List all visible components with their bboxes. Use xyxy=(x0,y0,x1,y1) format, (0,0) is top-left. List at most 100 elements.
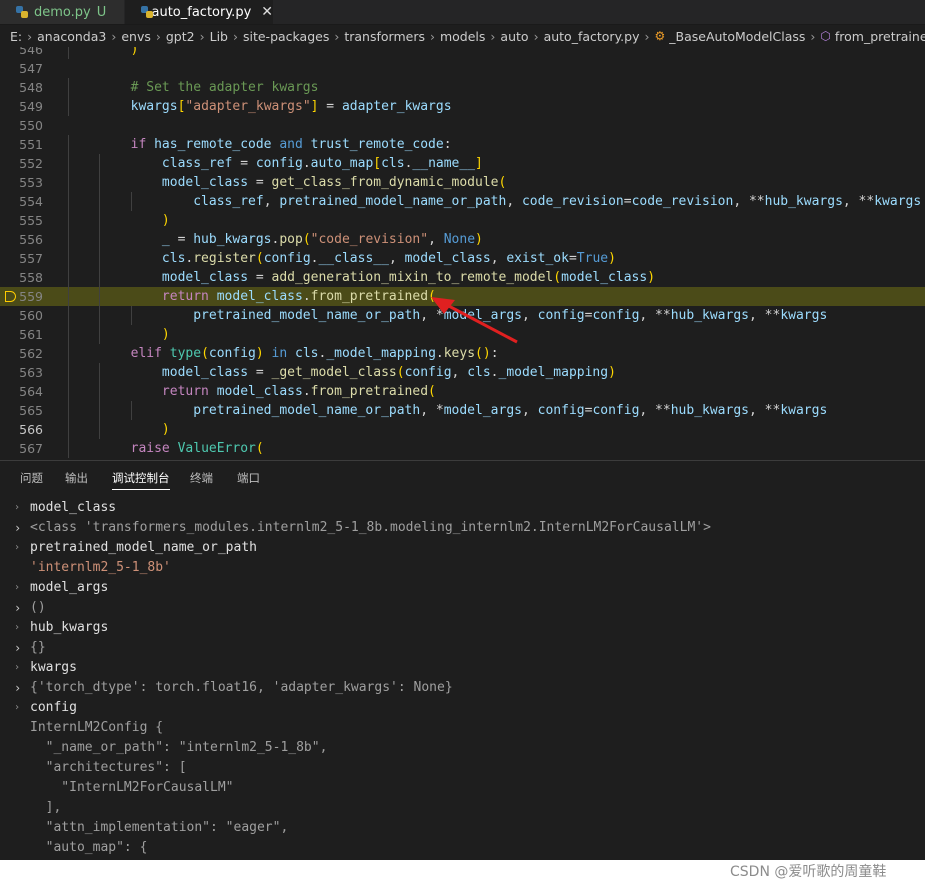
console-text: "auto_map": { xyxy=(30,840,148,855)
close-icon[interactable]: ✕ xyxy=(261,4,273,20)
code-line[interactable]: 561 ) xyxy=(0,325,925,344)
console-output-line[interactable]: › {} xyxy=(0,638,925,658)
line-number: 555 xyxy=(19,213,43,228)
line-number: 548 xyxy=(19,80,43,95)
console-output-line[interactable]: › {'torch_dtype': torch.float16, 'adapter… xyxy=(0,678,925,698)
chevron-right-icon: › xyxy=(199,28,205,44)
tab-demo-py[interactable]: demo.py U xyxy=(0,0,124,24)
code-line[interactable]: 548 # Set the adapter kwargs xyxy=(0,78,925,97)
code-text: # Set the adapter kwargs xyxy=(130,80,319,95)
code-line[interactable]: 559 return model_class.from_pretrained( xyxy=(0,287,925,306)
python-file-icon xyxy=(16,6,28,18)
console-output-line: "architectures": [ xyxy=(0,758,925,778)
console-output-line: "_name_or_path": "internlm2_5-1_8b", xyxy=(0,738,925,758)
expand-chevron-icon[interactable]: › xyxy=(14,598,21,618)
code-line[interactable]: 558 model_class = add_generation_mixin_t… xyxy=(0,268,925,287)
code-text: if has_remote_code and trust_remote_code… xyxy=(130,137,452,152)
panel-tab[interactable]: 端口 xyxy=(237,470,260,486)
code-line[interactable]: 562 elif type(config) in cls._model_mapp… xyxy=(0,344,925,363)
input-prompt-icon: › xyxy=(14,502,21,513)
console-text: "_name_or_path": "internlm2_5-1_8b", xyxy=(30,740,328,755)
breadcrumb-item[interactable]: site-packages xyxy=(243,29,329,44)
code-text: class_ref = config.auto_map[cls.__name__… xyxy=(161,156,483,171)
expand-chevron-icon[interactable]: › xyxy=(14,518,21,538)
code-line[interactable]: 555 ) xyxy=(0,211,925,230)
code-line[interactable]: 565 pretrained_model_name_or_path, *mode… xyxy=(0,401,925,420)
code-line[interactable]: 560 pretrained_model_name_or_path, *mode… xyxy=(0,306,925,325)
breadcrumb-item[interactable]: transformers xyxy=(344,29,425,44)
chevron-right-icon: › xyxy=(644,28,650,44)
console-text: hub_kwargs xyxy=(30,620,109,635)
code-line[interactable]: 564 return model_class.from_pretrained( xyxy=(0,382,925,401)
untracked-badge: U xyxy=(96,4,107,20)
panel-tab[interactable]: 终端 xyxy=(190,470,213,486)
console-input-line: › kwargs xyxy=(0,658,925,678)
console-text: <class 'transformers_modules.internlm2_5… xyxy=(30,520,711,535)
tab-auto-factory-py[interactable]: auto_factory.py ✕ xyxy=(125,0,273,24)
line-number: 546 xyxy=(19,47,43,57)
code-text: ) xyxy=(161,327,170,342)
line-number: 547 xyxy=(19,61,43,76)
code-line[interactable]: 547 xyxy=(0,59,925,78)
console-output-line: "auto_map": { xyxy=(0,838,925,858)
breadcrumb-item[interactable]: models xyxy=(440,29,485,44)
method-icon: ⬡ xyxy=(820,29,831,43)
breadcrumb-item[interactable]: _BaseAutoModelClass xyxy=(669,29,805,44)
breadcrumb-item[interactable]: auto_factory.py xyxy=(544,29,640,44)
code-text: elif type(config) in cls._model_mapping.… xyxy=(130,346,499,361)
console-input-line: › model_class xyxy=(0,498,925,518)
console-text: "attn_implementation": "eager", xyxy=(30,820,289,835)
code-line[interactable]: 546 ) xyxy=(0,47,925,59)
console-text: kwargs xyxy=(30,660,77,675)
code-line[interactable]: 552 class_ref = config.auto_map[cls.__na… xyxy=(0,154,925,173)
console-output-line[interactable]: › () xyxy=(0,598,925,618)
code-line[interactable]: 550 xyxy=(0,116,925,135)
breadcrumb-item[interactable]: envs xyxy=(121,29,151,44)
tab-label: demo.py xyxy=(34,4,91,20)
code-text: pretrained_model_name_or_path, *model_ar… xyxy=(193,403,828,418)
code-text: ) xyxy=(161,213,170,228)
code-text: model_class = add_generation_mixin_to_re… xyxy=(161,270,656,285)
breadcrumb-item[interactable]: Lib xyxy=(210,29,228,44)
console-output-line: "InternLM2ForCausalLM" xyxy=(0,778,925,798)
code-text: model_class = _get_model_class(config, c… xyxy=(161,365,616,380)
console-output-line[interactable]: › <class 'transformers_modules.internlm2_… xyxy=(0,518,925,538)
input-prompt-icon: › xyxy=(14,542,21,553)
code-line[interactable]: 566 ) xyxy=(0,420,925,439)
console-output-line: "attn_implementation": "eager", xyxy=(0,818,925,838)
console-text: () xyxy=(30,600,46,615)
code-text: return model_class.from_pretrained( xyxy=(161,384,436,399)
console-text: InternLM2Config { xyxy=(30,720,164,735)
editor-tab-bar: demo.py U auto_factory.py ✕ xyxy=(0,0,925,25)
input-prompt-icon: › xyxy=(14,582,21,593)
code-line[interactable]: 557 cls.register(config.__class__, model… xyxy=(0,249,925,268)
breadcrumb-item[interactable]: anaconda3 xyxy=(37,29,106,44)
code-text: kwargs["adapter_kwargs"] = adapter_kwarg… xyxy=(130,99,452,114)
chevron-right-icon: › xyxy=(232,28,238,44)
code-line[interactable]: 554 class_ref, pretrained_model_name_or_… xyxy=(0,192,925,211)
code-line[interactable]: 549 kwargs["adapter_kwargs"] = adapter_k… xyxy=(0,97,925,116)
breadcrumb-item[interactable]: E: xyxy=(10,29,22,44)
code-editor[interactable]: 546 ) 547 548 # Set the adapter kwargs 549 … xyxy=(0,47,925,460)
expand-chevron-icon[interactable]: › xyxy=(14,638,21,658)
line-number: 557 xyxy=(19,251,43,266)
bottom-panel: 问题 输出 调试控制台 终端 端口 › model_class › <class 'trans… xyxy=(0,460,925,861)
expand-chevron-icon[interactable]: › xyxy=(14,678,21,698)
debug-console[interactable]: › model_class › <class 'transformers_module… xyxy=(0,498,925,858)
code-line[interactable]: 551 if has_remote_code and trust_remote_… xyxy=(0,135,925,154)
breadcrumb-item[interactable]: from_pretrained xyxy=(835,29,925,44)
panel-tab[interactable]: 问题 xyxy=(20,470,43,486)
code-line[interactable]: 563 model_class = _get_model_class(confi… xyxy=(0,363,925,382)
breadcrumb-item[interactable]: gpt2 xyxy=(166,29,195,44)
code-line[interactable]: 553 model_class = get_class_from_dynamic… xyxy=(0,173,925,192)
panel-tab[interactable]: 输出 xyxy=(65,470,88,486)
console-input-line: › model_args xyxy=(0,578,925,598)
chevron-right-icon: › xyxy=(27,28,33,44)
console-text: model_args xyxy=(30,580,109,595)
breadcrumb-item[interactable]: auto xyxy=(500,29,528,44)
console-text: pretrained_model_name_or_path xyxy=(30,540,257,555)
panel-tab[interactable]: 调试控制台 xyxy=(112,470,170,490)
line-number: 566 xyxy=(19,422,43,437)
code-line[interactable]: 567 raise ValueError( xyxy=(0,439,925,458)
code-line[interactable]: 556 _ = hub_kwargs.pop("code_revision", … xyxy=(0,230,925,249)
